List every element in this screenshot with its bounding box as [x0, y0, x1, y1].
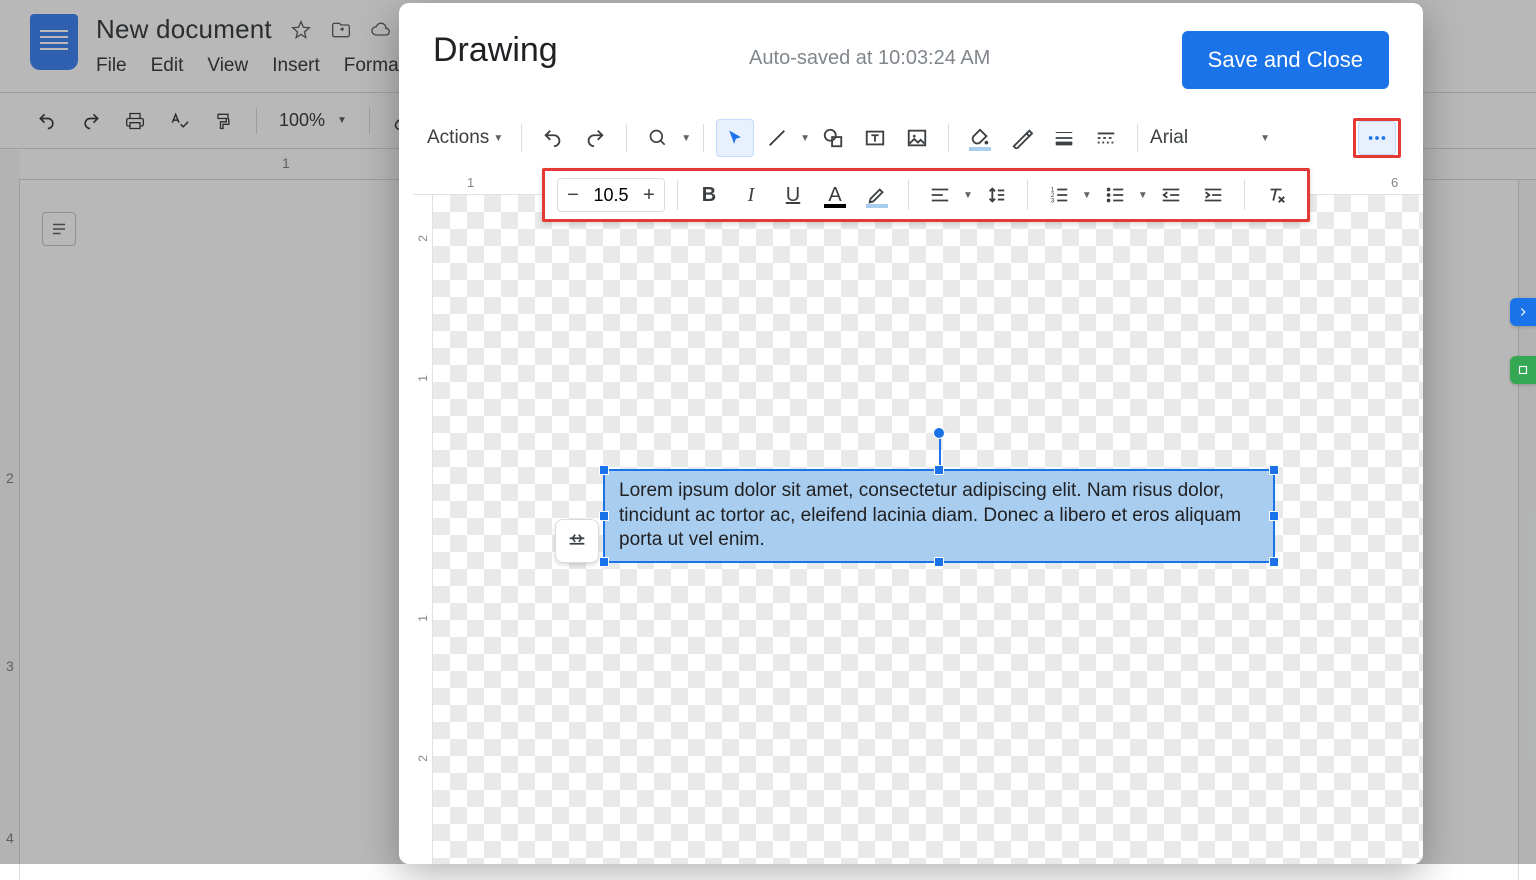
drawing-canvas[interactable]: Lorem ipsum dolor sit amet, consectetur … — [433, 195, 1423, 864]
autosave-status: Auto-saved at 10:03:24 AM — [749, 47, 990, 70]
undo-icon[interactable] — [534, 119, 572, 157]
align-icon[interactable] — [921, 176, 959, 214]
indent-decrease-icon[interactable] — [1152, 176, 1190, 214]
actions-menu[interactable]: Actions ▼ — [421, 119, 509, 157]
resize-handle-mr[interactable] — [1269, 511, 1279, 521]
resize-handle-br[interactable] — [1269, 557, 1279, 567]
save-close-button[interactable]: Save and Close — [1182, 31, 1389, 89]
border-weight-icon[interactable] — [1045, 119, 1083, 157]
fill-color-icon[interactable] — [961, 119, 999, 157]
zoom-icon[interactable] — [639, 119, 677, 157]
selected-textbox[interactable]: Lorem ipsum dolor sit amet, consectetur … — [603, 469, 1275, 563]
border-color-icon[interactable] — [1003, 119, 1041, 157]
italic-icon[interactable]: I — [732, 176, 770, 214]
select-tool-icon[interactable] — [716, 119, 754, 157]
font-size-input[interactable] — [588, 185, 634, 206]
highlight-color-icon[interactable] — [858, 176, 896, 214]
resize-handle-tl[interactable] — [599, 465, 609, 475]
rotate-handle[interactable] — [933, 427, 945, 439]
autofit-button[interactable] — [555, 519, 599, 563]
clear-formatting-icon[interactable] — [1257, 176, 1295, 214]
resize-handle-ml[interactable] — [599, 511, 609, 521]
numbered-list-dropdown-icon[interactable]: ▼ — [1082, 190, 1092, 201]
drawing-dialog: Drawing Auto-saved at 10:03:24 AM Save a… — [399, 3, 1423, 864]
resize-handle-tr[interactable] — [1269, 465, 1279, 475]
shape-tool-icon[interactable] — [814, 119, 852, 157]
svg-text:3: 3 — [1051, 197, 1055, 204]
textbox-tool-icon[interactable] — [856, 119, 894, 157]
rotate-stem — [939, 435, 941, 465]
line-dropdown-icon[interactable]: ▼ — [800, 133, 810, 144]
side-panel-toggle-blue[interactable] — [1510, 298, 1536, 326]
text-color-icon[interactable]: A — [816, 176, 854, 214]
annotation-text-toolbar: − + B I U A ▼ 123 ▼ ▼ — [542, 168, 1310, 222]
image-tool-icon[interactable] — [898, 119, 936, 157]
bulleted-list-icon[interactable] — [1096, 176, 1134, 214]
textbox-content[interactable]: Lorem ipsum dolor sit amet, consectetur … — [619, 480, 1241, 550]
resize-handle-mb[interactable] — [934, 557, 944, 567]
border-dash-icon[interactable] — [1087, 119, 1125, 157]
font-family-select[interactable]: Arial▼ — [1150, 119, 1270, 157]
numbered-list-icon[interactable]: 123 — [1040, 176, 1078, 214]
indent-increase-icon[interactable] — [1194, 176, 1232, 214]
more-options-icon[interactable] — [1358, 121, 1396, 155]
side-panel-toggle-green[interactable] — [1510, 356, 1536, 384]
resize-handle-bl[interactable] — [599, 557, 609, 567]
resize-handle-mt[interactable] — [934, 465, 944, 475]
font-size-decrease[interactable]: − — [558, 178, 588, 212]
line-spacing-icon[interactable] — [977, 176, 1015, 214]
dialog-title: Drawing — [433, 31, 558, 70]
annotation-more-button — [1353, 118, 1401, 158]
drawing-toolbar: Actions ▼ ▼ ▼ Arial▼ — [399, 113, 1423, 163]
font-size-stepper: − + — [557, 178, 665, 212]
drawing-canvas-area: 1 6 2 1 1 2 Lorem ipsum dolor sit amet, … — [413, 171, 1423, 864]
redo-icon[interactable] — [576, 119, 614, 157]
canvas-v-ruler: 2 1 1 2 — [413, 195, 433, 864]
zoom-dropdown-icon[interactable]: ▼ — [681, 133, 691, 144]
font-size-increase[interactable]: + — [634, 178, 664, 212]
align-dropdown-icon[interactable]: ▼ — [963, 190, 973, 201]
line-tool-icon[interactable] — [758, 119, 796, 157]
underline-icon[interactable]: U — [774, 176, 812, 214]
bold-icon[interactable]: B — [690, 176, 728, 214]
bulleted-list-dropdown-icon[interactable]: ▼ — [1138, 190, 1148, 201]
